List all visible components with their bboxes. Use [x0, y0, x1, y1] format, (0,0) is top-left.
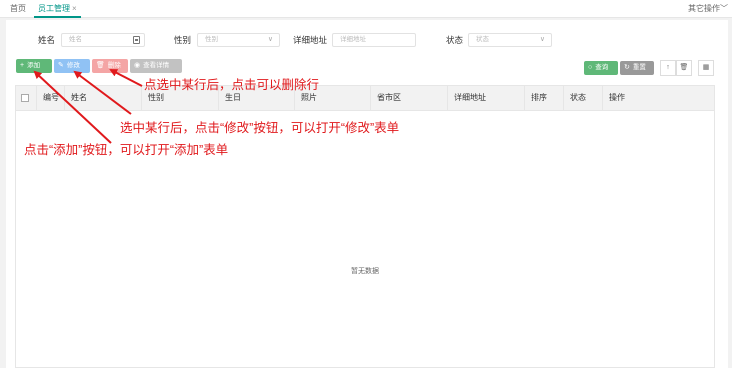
- address-placeholder: 详细地址: [340, 36, 366, 43]
- view-details-button[interactable]: ◉ 查看详情: [130, 59, 182, 73]
- tab-employee-label: 员工管理: [38, 4, 70, 13]
- col-sort[interactable]: 排序: [524, 86, 563, 110]
- gender-select[interactable]: 性别 ∨: [197, 33, 280, 47]
- chevron-down-icon: ﹀: [720, 4, 728, 13]
- name-label: 姓名: [38, 35, 56, 45]
- eye-icon: ◉: [134, 62, 141, 69]
- reset-button[interactable]: ↻ 重置: [620, 61, 654, 75]
- reset-button-label: 重置: [632, 64, 646, 71]
- more-operations-menu[interactable]: 其它操作﹀: [688, 0, 728, 17]
- add-annotation: 点击“添加”按钮，可以打开“添加”表单: [24, 143, 229, 157]
- status-placeholder: 状态: [476, 36, 489, 43]
- delete-button[interactable]: 🗑 删除: [92, 59, 128, 73]
- empty-state: 暂无数据: [351, 268, 379, 275]
- edit-button[interactable]: ✎ 修改: [54, 59, 90, 73]
- tab-bar: 首页 员工管理 × 其它操作﹀: [0, 0, 732, 18]
- close-icon[interactable]: ×: [72, 4, 77, 13]
- col-actions[interactable]: 操作: [602, 86, 714, 110]
- tab-employee-management[interactable]: 员工管理 ×: [34, 0, 81, 18]
- col-address[interactable]: 详细地址: [447, 86, 524, 110]
- calendar-icon[interactable]: [133, 36, 140, 44]
- col-status[interactable]: 状态: [563, 86, 602, 110]
- select-all-checkbox[interactable]: [21, 94, 29, 102]
- pencil-icon: ✎: [58, 62, 64, 69]
- col-id[interactable]: 编号: [36, 86, 64, 110]
- refresh-icon: ↻: [624, 64, 630, 71]
- address-label: 详细地址: [293, 35, 328, 45]
- plus-icon: +: [20, 62, 25, 69]
- delete-annotation: 点选中某行后，点击可以删除行: [144, 78, 320, 92]
- gender-label: 性别: [174, 35, 192, 45]
- grid-icon[interactable]: ▦: [698, 60, 714, 76]
- status-label: 状态: [446, 35, 464, 45]
- status-select[interactable]: 状态 ∨: [468, 33, 552, 47]
- add-button-label: 添加: [27, 62, 41, 69]
- delete-button-label: 删除: [107, 62, 121, 69]
- gender-placeholder: 性别: [205, 36, 218, 43]
- trash-icon[interactable]: 🗑: [676, 60, 692, 76]
- view-details-label: 查看详情: [143, 62, 170, 69]
- main-panel: 姓名 姓名 性别 性别 ∨ 详细地址 详细地址 状态 状态 ∨ + 添加 ✎ 修改 …: [6, 20, 728, 368]
- trash-icon: 🗑: [96, 62, 105, 69]
- chevron-down-icon: ∨: [539, 36, 545, 43]
- more-operations-label: 其它操作: [688, 4, 720, 13]
- search-button-label: 查询: [595, 64, 609, 71]
- col-region[interactable]: 省市区: [370, 86, 447, 110]
- edit-annotation: 选中某行后，点击“修改”按钮，可以打开“修改”表单: [120, 121, 400, 135]
- address-input[interactable]: 详细地址: [332, 33, 416, 47]
- chevron-down-icon: ∨: [267, 36, 273, 43]
- name-input[interactable]: 姓名: [61, 33, 145, 47]
- table-header: 编号 姓名 性别 生日 照片 省市区 详细地址 排序 状态 操作: [16, 86, 714, 111]
- add-button[interactable]: + 添加: [16, 59, 52, 73]
- search-button[interactable]: ○ 查询: [584, 61, 618, 75]
- col-name[interactable]: 姓名: [64, 86, 141, 110]
- edit-button-label: 修改: [66, 62, 80, 69]
- name-placeholder: 姓名: [69, 36, 82, 43]
- upload-icon[interactable]: ↑: [660, 60, 676, 76]
- search-icon: ○: [588, 64, 593, 71]
- tab-home[interactable]: 首页: [6, 0, 30, 18]
